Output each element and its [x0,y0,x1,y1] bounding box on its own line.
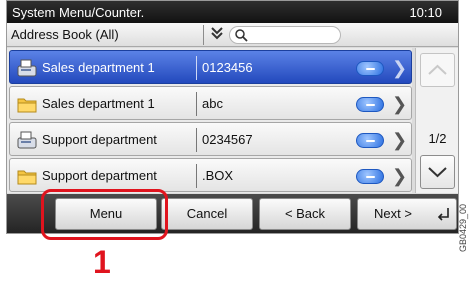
fax-icon [16,58,38,78]
menu-highlight [41,189,168,240]
detail-icon[interactable] [356,169,384,184]
address-book-selector[interactable]: Address Book (All) [11,26,231,44]
list-item[interactable]: Sales department 1 abc ❯ [9,86,412,120]
back-button[interactable]: < Back [259,198,351,230]
page-indicator: 1/2 [428,131,447,146]
double-chevron-down-icon[interactable] [207,25,227,45]
chevron-up-icon [428,64,447,75]
list-item[interactable]: Sales department 1 0123456 ❯ [9,50,412,84]
next-button[interactable]: Next > [357,198,457,230]
folder-icon [16,94,38,114]
search-icon [235,29,248,42]
figure-code: GB0429_00 [458,203,468,252]
address-book-bar: Address Book (All) [7,23,458,47]
divider [196,128,197,152]
list-item[interactable]: Support department .BOX ❯ [9,158,412,192]
separator [203,25,204,45]
chevron-down-icon [428,167,447,178]
search-input[interactable] [229,26,341,44]
chevron-right-icon: ❯ [392,130,408,150]
entry-name: Support department [42,168,157,183]
entry-value: 0234567 [202,132,253,147]
chevron-right-icon: ❯ [392,166,408,186]
pager: 1/2 [415,48,458,193]
title-bar: System Menu/Counter. 10:10 [7,1,458,23]
chevron-right-icon: ❯ [392,58,408,78]
divider [196,56,197,80]
cancel-button[interactable]: Cancel [161,198,253,230]
detail-icon[interactable] [356,61,384,76]
scroll-up-button[interactable] [420,53,455,87]
scroll-down-button[interactable] [420,155,455,189]
detail-icon[interactable] [356,97,384,112]
entry-name: Sales department 1 [42,96,155,111]
entry-value: abc [202,96,223,111]
next-label: Next > [374,206,412,221]
entry-name: Sales department 1 [42,60,155,75]
folder-icon [16,166,38,186]
fax-icon [16,130,38,150]
list-item[interactable]: Support department 0234567 ❯ [9,122,412,156]
detail-icon[interactable] [356,133,384,148]
clock: 10:10 [409,5,442,20]
step-number: 1 [93,244,111,280]
entry-value: .BOX [202,168,234,183]
divider [196,164,197,188]
divider [196,92,197,116]
window-title: System Menu/Counter. [12,5,145,20]
address-list: Sales department 1 0123456 ❯ Sales depar… [7,48,412,193]
enter-icon [437,208,449,221]
chevron-right-icon: ❯ [392,94,408,114]
entry-name: Support department [42,132,157,147]
entry-value: 0123456 [202,60,253,75]
